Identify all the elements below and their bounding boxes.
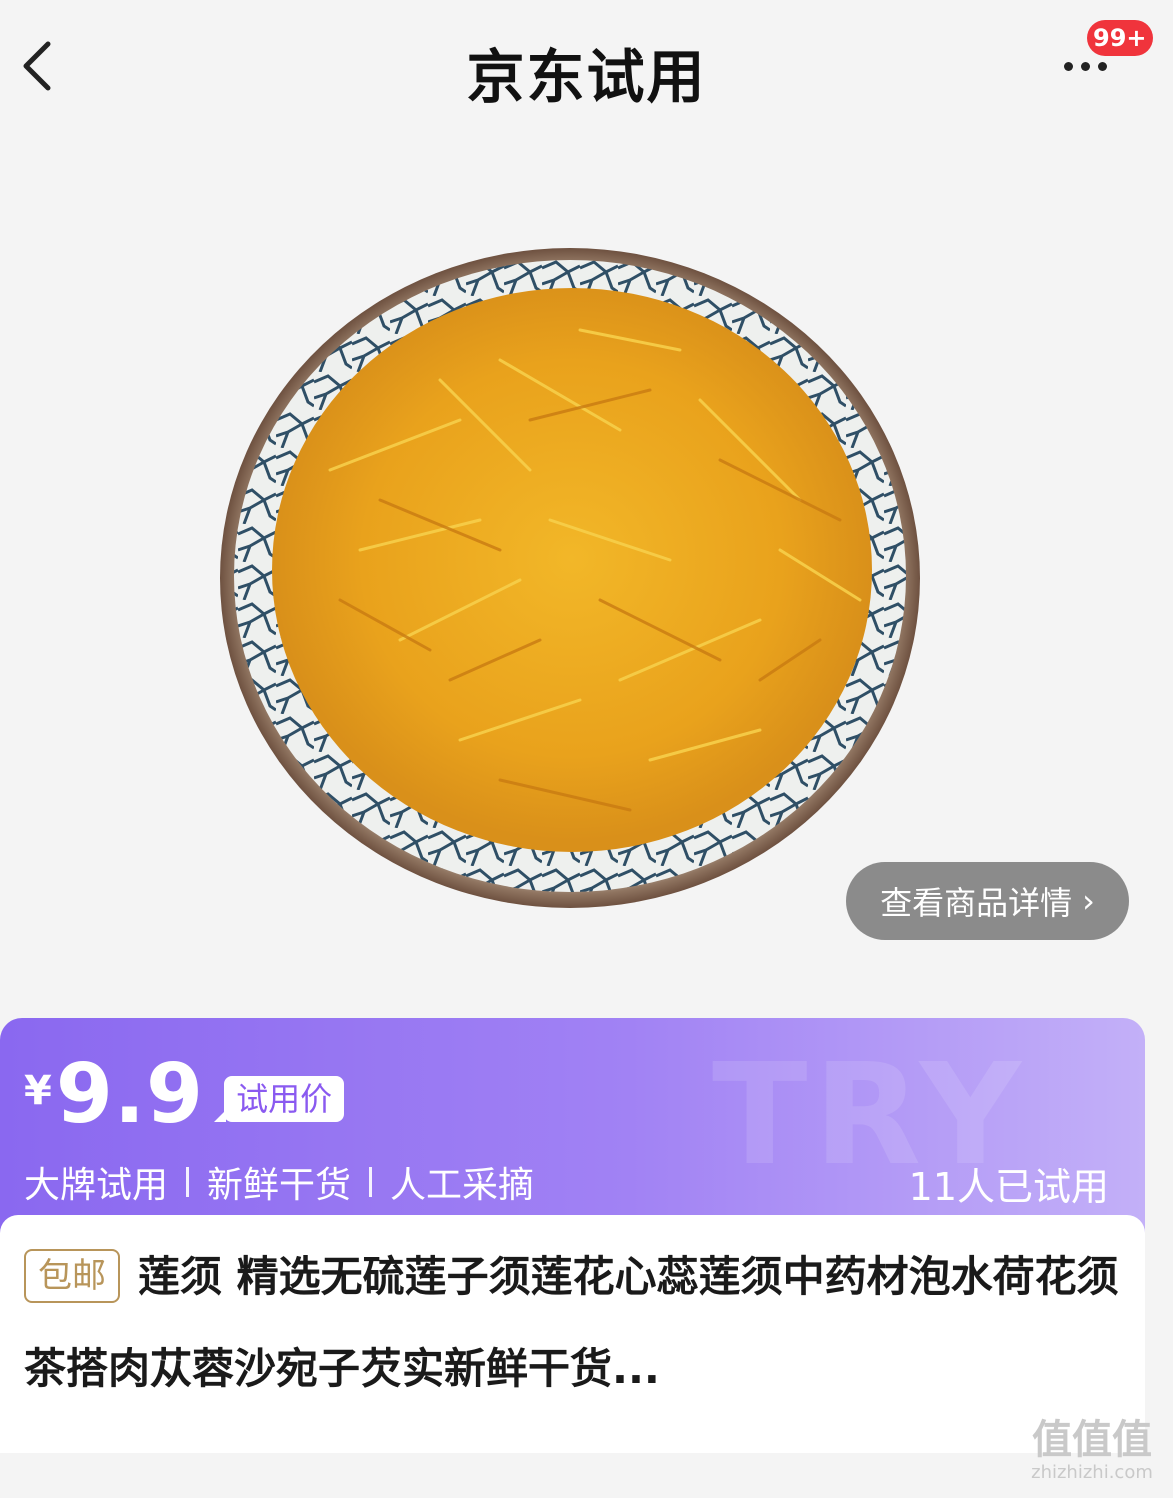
site-logo: 值值值: [1032, 1417, 1152, 1463]
trial-price-tag: 试用价: [214, 1076, 345, 1122]
product-title-text: 莲须 精选无硫莲子须莲花心蕊莲须中药材泡水荷花须茶搭肉苁蓉沙宛子芡实新鲜干货..…: [24, 1252, 1119, 1393]
feature-tags: 大牌试用 新鲜干货 人工采摘: [24, 1156, 534, 1208]
free-shipping-tag: 包邮: [24, 1248, 120, 1303]
product-title-card: 包邮 莲须 精选无硫莲子须莲花心蕊莲须中药材泡水荷花须茶搭肉苁蓉沙宛子芡实新鲜干货…: [0, 1215, 1145, 1453]
trial-count: 11人已试用: [908, 1165, 1109, 1209]
tag-divider: [369, 1167, 373, 1197]
feature-tag: 人工采摘: [390, 1165, 535, 1206]
feature-tag: 新鲜干货: [207, 1165, 352, 1206]
view-product-details-button[interactable]: 查看商品详情 ›: [846, 862, 1129, 940]
price-banner: TRY ¥ 9.9 试用价 大牌试用 新鲜干货 人工采摘 11人已试用: [0, 1018, 1145, 1248]
site-watermark: 值值值 zhizhizhi.com: [1022, 1418, 1162, 1484]
site-url: zhizhizhi.com: [1031, 1462, 1153, 1483]
product-title: 包邮 莲须 精选无硫莲子须莲花心蕊莲须中药材泡水荷花须茶搭肉苁蓉沙宛子芡实新鲜干货…: [24, 1231, 1121, 1415]
chevron-right-icon: ›: [1082, 882, 1095, 920]
currency-symbol: ¥: [24, 1068, 52, 1114]
tag-divider: [186, 1167, 190, 1197]
price-row: ¥ 9.9 试用价: [24, 1047, 345, 1142]
more-dot: [1097, 61, 1107, 71]
top-nav-bar: 京东试用 99+: [0, 0, 1173, 130]
notification-badge: 99+: [1087, 20, 1153, 56]
more-dots-icon: [1063, 61, 1073, 71]
feature-tag: 大牌试用: [24, 1165, 169, 1206]
page-title: 京东试用: [466, 43, 707, 111]
trial-price: 9.9: [55, 1047, 205, 1142]
more-dot: [1080, 61, 1090, 71]
product-image[interactable]: [200, 220, 940, 920]
view-details-label: 查看商品详情: [880, 884, 1073, 922]
